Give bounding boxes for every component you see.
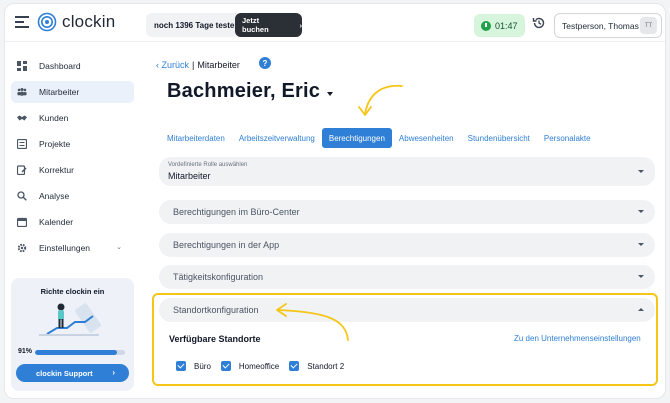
onboarding-illustration-icon <box>39 303 101 336</box>
avatar: TT <box>640 17 657 34</box>
sidebar-item-korrektur[interactable]: Korrektur <box>11 159 134 181</box>
sidebar-item-dashboard[interactable]: Dashboard <box>11 55 134 77</box>
tab-personalakte[interactable]: Personalakte <box>537 128 598 148</box>
sidebar-item-label: Analyse <box>39 191 70 201</box>
setup-progress-label: 91% <box>18 348 33 355</box>
tab-berechtigungen[interactable]: Berechtigungen <box>321 128 392 148</box>
user-menu[interactable]: Testperson, Thomas TT <box>554 13 662 38</box>
chevron-right-icon: › <box>112 368 115 377</box>
accordion-buero-center[interactable]: Berechtigungen im Büro-Center <box>159 200 655 224</box>
correction-icon <box>17 165 27 175</box>
collapse-menu-icon[interactable] <box>15 16 29 28</box>
location-checkboxes: Büro Homeoffice Standort 2 <box>176 361 354 371</box>
checkbox-label: Büro <box>194 361 211 371</box>
sidebar-item-kalender[interactable]: Kalender <box>11 211 134 233</box>
sidebar-item-label: Kunden <box>39 113 69 123</box>
sidebar-item-label: Projekte <box>39 139 71 149</box>
app-window: clockin noch 1396 Tage testen Jetzt buch… <box>4 3 666 399</box>
sidebar-item-label: Kalender <box>39 217 74 227</box>
sidebar-item-einstellungen[interactable]: Einstellungen ⌄ <box>11 237 134 259</box>
chevron-right-icon: › <box>299 20 303 30</box>
back-link[interactable]: ‹ Zurück <box>156 60 189 70</box>
trial-text: noch 1396 Tage testen <box>154 20 240 30</box>
logo-text: clockin <box>62 12 116 31</box>
sidebar-item-projekte[interactable]: Projekte <box>11 133 134 155</box>
accordion-taetigkeit[interactable]: Tätigkeitskonfiguration <box>159 265 655 289</box>
calendar-icon <box>17 217 27 227</box>
promo-title: Richte clockin ein <box>40 287 105 296</box>
accordion-label: Tätigkeitskonfiguration <box>173 272 264 282</box>
role-select[interactable]: Vordefinierte Rolle auswählen Mitarbeite… <box>159 157 655 186</box>
employee-switch-chevron-icon[interactable] <box>327 92 333 96</box>
chevron-up-icon <box>638 308 644 311</box>
checkbox-checked-icon[interactable] <box>176 361 186 371</box>
checkbox-checked-icon[interactable] <box>220 361 231 371</box>
checkbox-label: Homeoffice <box>238 361 280 371</box>
clockin-logo-icon <box>37 12 57 32</box>
location-checkbox-standort-2[interactable]: Standort 2 <box>289 361 344 371</box>
tab-stundenuebersicht[interactable]: Stundenübersicht <box>461 128 537 148</box>
setup-progress-bar <box>35 350 125 355</box>
timer-badge[interactable]: 01:47 <box>474 14 525 37</box>
top-bar: clockin noch 1396 Tage testen Jetzt buch… <box>5 4 665 42</box>
sidebar-item-label: Mitarbeiter <box>39 87 80 97</box>
accordion-label: Berechtigungen im Büro-Center <box>173 207 300 217</box>
annotation-arrow-icon <box>358 84 403 116</box>
checkbox-checked-icon[interactable] <box>289 361 300 371</box>
breadcrumb-current: Mitarbeiter <box>197 60 240 70</box>
chevron-down-icon <box>638 275 644 278</box>
chevron-down-icon <box>638 170 644 173</box>
chevron-down-icon <box>638 243 644 246</box>
accordion-label: Berechtigungen in der App <box>173 240 280 250</box>
sidebar-item-kunden[interactable]: Kunden <box>11 107 134 129</box>
accordion-label: Standortkonfiguration <box>173 305 259 315</box>
clock-icon <box>481 20 491 31</box>
breadcrumb: ‹ Zurück | Mitarbeiter <box>156 60 240 70</box>
logo[interactable]: clockin <box>37 12 115 32</box>
role-select-label: Vordefinierte Rolle auswählen <box>168 162 248 168</box>
help-icon[interactable]: ? <box>259 57 271 69</box>
tab-abwesenheiten[interactable]: Abwesenheiten <box>392 128 461 148</box>
role-select-value: Mitarbeiter <box>168 171 211 181</box>
support-button[interactable]: clockin Support › <box>16 364 129 382</box>
sidebar-item-mitarbeiter[interactable]: Mitarbeiter <box>11 81 134 103</box>
gear-icon <box>17 243 27 253</box>
sidebar-item-label: Einstellungen <box>39 243 91 253</box>
location-checkbox-homeoffice[interactable]: Homeoffice <box>220 361 280 371</box>
tab-mitarbeiterdaten[interactable]: Mitarbeiterdaten <box>160 128 232 148</box>
support-label: clockin Support <box>36 368 93 378</box>
main-content: ‹ Zurück | Mitarbeiter ? Bachmeier, Eric… <box>140 42 665 398</box>
sidebar-item-analyse[interactable]: Analyse <box>11 185 134 207</box>
setup-progress-fill <box>35 350 117 355</box>
accordion-standort[interactable]: Standortkonfiguration <box>159 298 655 322</box>
tab-bar: Mitarbeiterdaten Arbeitszeitverwaltung B… <box>160 128 598 148</box>
book-now-label: Jetzt buchen <box>242 16 269 34</box>
employees-icon <box>17 88 27 96</box>
chevron-down-icon: ⌄ <box>116 244 122 251</box>
sidebar-item-label: Dashboard <box>39 61 81 71</box>
projects-icon <box>17 139 27 149</box>
timer-value: 01:47 <box>495 20 518 31</box>
locations-title: Verfügbare Standorte <box>169 334 261 344</box>
accordion-app[interactable]: Berechtigungen in der App <box>159 233 655 257</box>
user-name: Testperson, Thomas <box>562 20 639 31</box>
analysis-icon <box>17 191 27 201</box>
page-title: Bachmeier, Eric <box>167 80 321 102</box>
sidebar: Dashboard Mitarbeiter Kunden Projekte Ko… <box>5 42 140 398</box>
sidebar-item-label: Korrektur <box>39 165 74 175</box>
trial-banner: noch 1396 Tage testen Jetzt buchen › <box>146 13 302 37</box>
chevron-down-icon <box>638 210 644 213</box>
company-settings-link[interactable]: Zu den Unternehmenseinstellungen <box>514 334 641 343</box>
setup-promo-card: Richte clockin ein 91% clockin Support › <box>11 278 134 391</box>
back-label: Zurück <box>161 60 190 70</box>
history-icon[interactable] <box>532 16 546 30</box>
book-now-button[interactable]: Jetzt buchen › <box>235 13 302 37</box>
location-checkbox-buero[interactable]: Büro <box>176 361 211 371</box>
handshake-icon <box>17 115 27 121</box>
dashboard-icon <box>17 61 27 71</box>
checkbox-label: Standort 2 <box>307 361 345 371</box>
tab-arbeitszeitverwaltung[interactable]: Arbeitszeitverwaltung <box>232 128 322 148</box>
breadcrumb-separator: | <box>192 60 195 70</box>
